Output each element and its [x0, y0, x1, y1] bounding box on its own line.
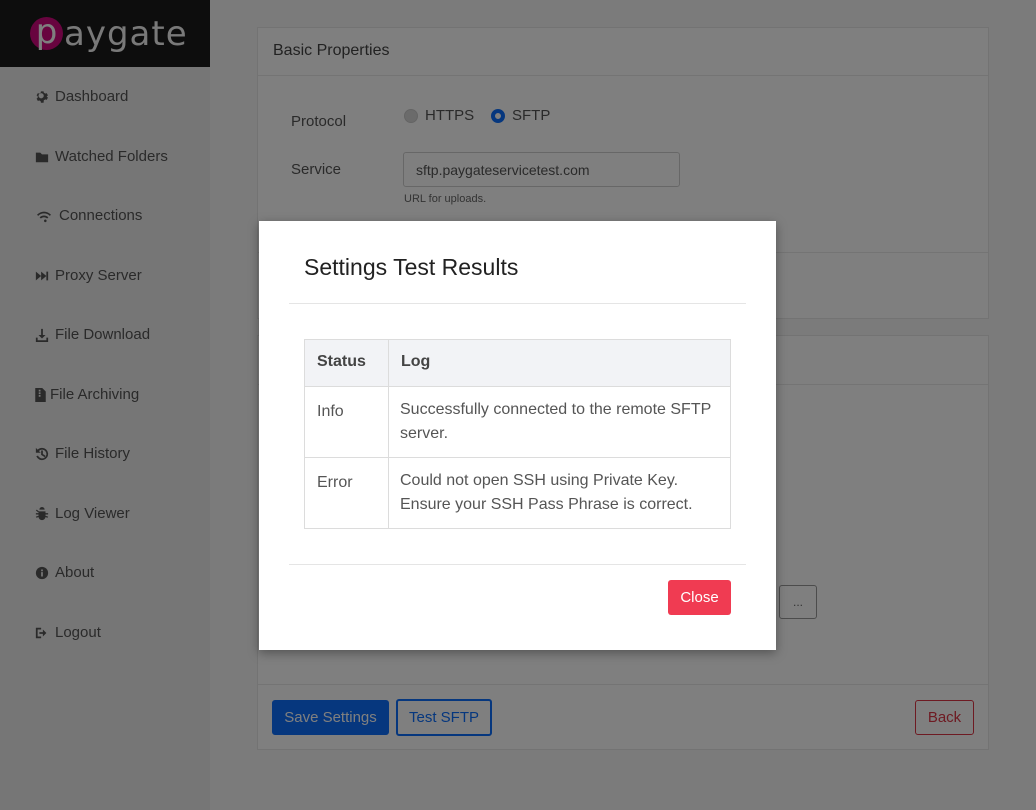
modal-title: Settings Test Results	[304, 254, 519, 280]
table-row: Error Could not open SSH using Private K…	[304, 457, 731, 529]
column-header-status: Status	[304, 339, 389, 387]
status-cell: Error	[304, 457, 389, 529]
log-line: Ensure your SSH Pass Phrase is correct.	[400, 496, 693, 513]
column-header-log: Log	[388, 339, 731, 387]
log-line: Could not open SSH using Private Key.	[400, 472, 679, 489]
table-row: Info Successfully connected to the remot…	[304, 386, 731, 458]
modal-footer-divider	[289, 564, 746, 565]
log-line: server.	[400, 425, 449, 442]
log-cell: Successfully connected to the remote SFT…	[388, 386, 731, 458]
modal-header-divider	[289, 303, 746, 304]
results-table: Status Log Info Successfully connected t…	[304, 339, 731, 529]
status-cell: Info	[304, 386, 389, 458]
log-cell: Could not open SSH using Private Key. En…	[388, 457, 731, 529]
log-line: Successfully connected to the remote SFT…	[400, 401, 712, 418]
settings-test-results-modal: Settings Test Results Status Log Info Su…	[259, 221, 776, 650]
close-button[interactable]: Close	[668, 580, 731, 615]
table-header-row: Status Log	[304, 339, 731, 387]
